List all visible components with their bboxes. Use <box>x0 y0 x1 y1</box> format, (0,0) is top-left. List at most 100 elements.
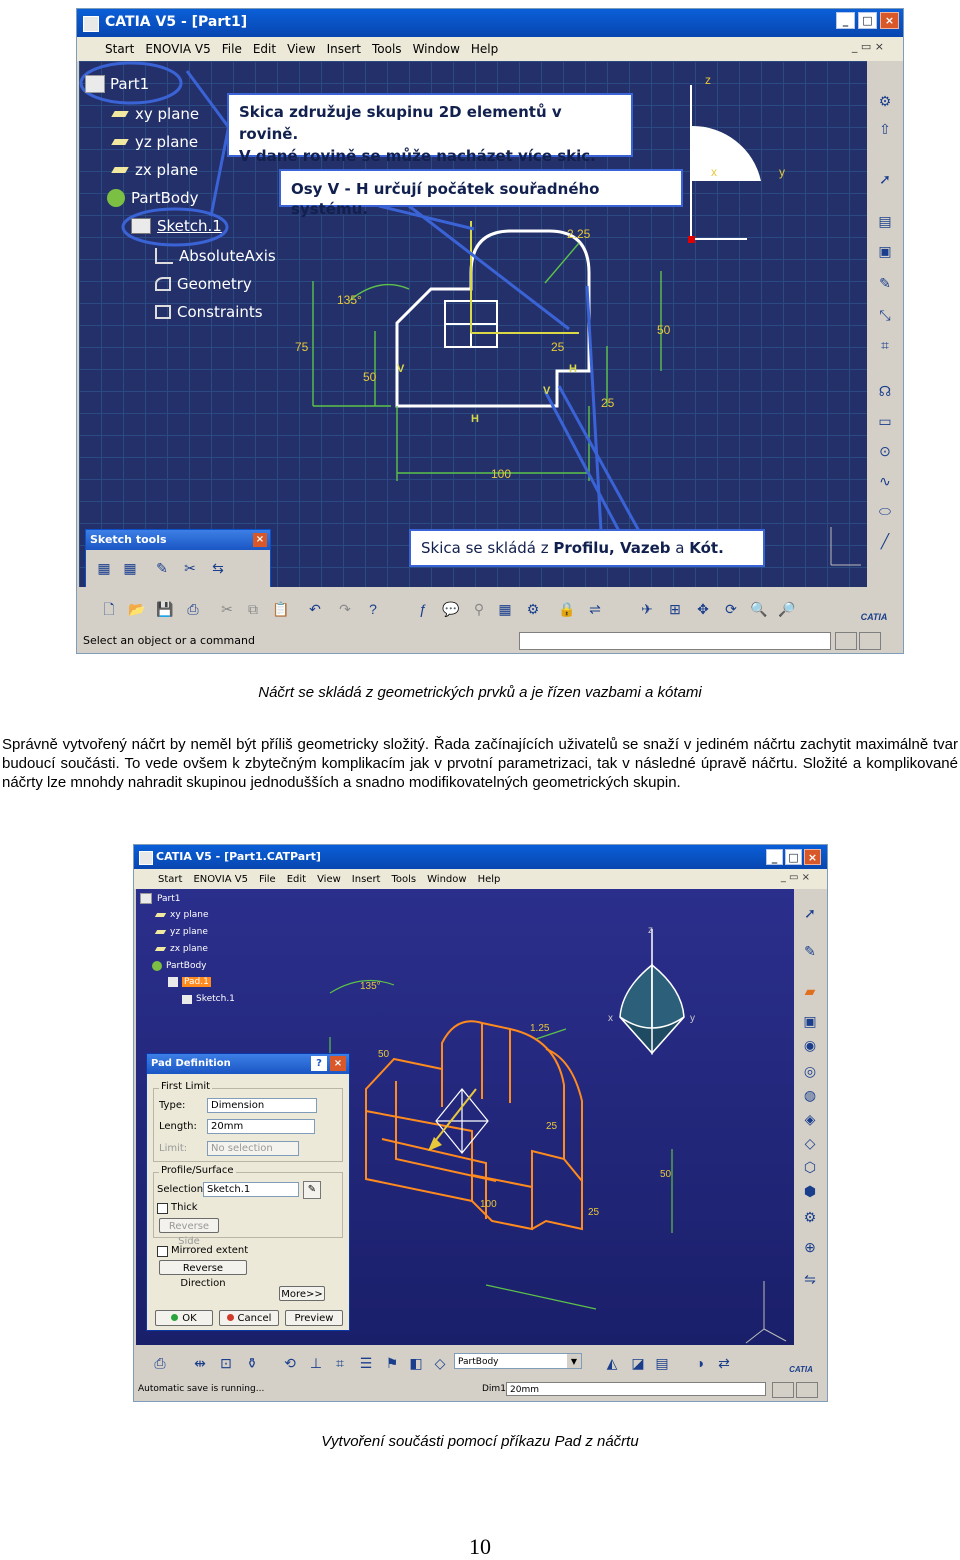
thick-checkbox[interactable] <box>157 1203 168 1214</box>
menu-tools[interactable]: Tools <box>372 42 402 56</box>
sketch-edit-icon[interactable]: ✎ <box>303 1181 321 1199</box>
partbody-combo[interactable]: PartBody ▼ <box>454 1353 582 1369</box>
minimize-button[interactable]: _ <box>766 849 783 865</box>
tree-root[interactable]: Part1 <box>85 75 149 93</box>
inertia-icon[interactable]: ⊡ <box>216 1353 236 1373</box>
menu-insert[interactable]: Insert <box>352 874 381 885</box>
profile-icon[interactable]: ▣ <box>875 241 895 261</box>
3d-viewer[interactable]: 135° 50 1.25 25 25 50 100 z x y Part1 xy… <box>136 889 794 1345</box>
table-icon[interactable]: ▦ <box>495 599 515 619</box>
lock-icon[interactable]: 🔒 <box>557 599 577 619</box>
grid-icon[interactable]: ▦ <box>94 558 114 578</box>
zoom-out-icon[interactable]: 🔎 <box>777 599 797 619</box>
tree-item-zx[interactable]: zx plane <box>154 944 208 954</box>
tree-item-partbody[interactable]: PartBody <box>107 189 198 207</box>
snap-icon[interactable]: ⌗ <box>330 1353 350 1373</box>
redo-icon[interactable]: ↷ <box>335 599 355 619</box>
fit-all-icon[interactable]: ⊞ <box>665 599 685 619</box>
layers-icon[interactable]: ☰ <box>356 1353 376 1373</box>
diamond-icon[interactable]: ◇ <box>430 1353 450 1373</box>
reverse-direction-button[interactable]: Reverse Direction <box>159 1260 247 1289</box>
select-icon[interactable]: ➚ <box>800 903 820 923</box>
apply-material-icon[interactable]: ⚑ <box>382 1353 402 1373</box>
open-icon[interactable]: 📂 <box>127 599 147 619</box>
construction-icon[interactable]: ✎ <box>152 558 172 578</box>
minimize-button[interactable]: _ <box>836 12 855 29</box>
tree-root[interactable]: Part1 <box>140 893 181 904</box>
menu-help[interactable]: Help <box>471 42 498 56</box>
preview-button[interactable]: Preview <box>285 1310 343 1326</box>
more-button[interactable]: More>> <box>279 1286 325 1301</box>
knowledge-icon[interactable]: 💬 <box>441 599 461 619</box>
menu-start[interactable]: Start <box>105 42 134 56</box>
sketcher-icon[interactable]: ✎ <box>800 941 820 961</box>
length-field[interactable]: 20mm <box>207 1119 315 1134</box>
cut-icon[interactable]: ✂ <box>217 599 237 619</box>
maximize-button[interactable]: □ <box>785 849 802 865</box>
select-icon[interactable]: ➚ <box>875 169 895 189</box>
update-icon[interactable]: ⟲ <box>280 1353 300 1373</box>
maximize-button[interactable]: □ <box>858 12 877 29</box>
menu-insert[interactable]: Insert <box>327 42 361 56</box>
command-button-2[interactable] <box>859 632 881 650</box>
tree-item-pad[interactable]: Pad.1 <box>168 977 211 987</box>
tools-icon[interactable]: ⚙ <box>523 599 543 619</box>
menu-edit[interactable]: Edit <box>287 874 306 885</box>
thickness-icon[interactable]: ⬢ <box>800 1181 820 1201</box>
limit-field[interactable]: No selection <box>207 1141 299 1156</box>
dimensional-constraints-icon[interactable]: ⇆ <box>208 558 228 578</box>
hide-icon[interactable]: ◧ <box>406 1353 426 1373</box>
circle-icon[interactable]: ⊙ <box>875 441 895 461</box>
menu-help[interactable]: Help <box>478 874 501 885</box>
tree-item-geometry[interactable]: Geometry <box>155 275 252 293</box>
copy-icon[interactable]: ⧉ <box>243 599 263 619</box>
rotate-icon[interactable]: ⟳ <box>721 599 741 619</box>
transform-icon[interactable]: ⇋ <box>800 1269 820 1289</box>
tree-item-xy[interactable]: xy plane <box>154 910 208 920</box>
menu-enovia[interactable]: ENOVIA V5 <box>193 874 248 885</box>
boolean-icon[interactable]: ⊕ <box>800 1237 820 1257</box>
menu-window[interactable]: Window <box>413 42 460 56</box>
pan-icon[interactable]: ✥ <box>693 599 713 619</box>
shell-icon[interactable]: ⬡ <box>800 1157 820 1177</box>
formula-icon[interactable]: ƒ <box>413 599 433 619</box>
thread-icon[interactable]: ⚙ <box>800 1207 820 1227</box>
close-icon[interactable]: × <box>253 533 267 547</box>
tree-item-partbody[interactable]: PartBody <box>152 961 207 971</box>
axis-icon[interactable]: ⊥ <box>306 1353 326 1373</box>
pocket-icon[interactable]: ▣ <box>800 1011 820 1031</box>
tree-item-zx[interactable]: zx plane <box>111 161 198 179</box>
spline-icon[interactable]: ∿ <box>875 471 895 491</box>
menu-edit[interactable]: Edit <box>253 42 276 56</box>
snap-grid-icon[interactable]: ▦ <box>120 558 140 578</box>
menu-view[interactable]: View <box>287 42 315 56</box>
tree-item-yz[interactable]: yz plane <box>154 927 208 937</box>
line-icon[interactable]: ╱ <box>875 531 895 551</box>
menu-file[interactable]: File <box>222 42 242 56</box>
close-button[interactable]: × <box>880 12 899 29</box>
menu-window[interactable]: Window <box>427 874 466 885</box>
chamfer-icon[interactable]: ◈ <box>800 1109 820 1129</box>
command-button-2[interactable] <box>796 1382 818 1398</box>
exit-sketcher-icon[interactable]: ⇧ <box>875 119 895 139</box>
pad-icon[interactable]: ▰ <box>800 981 820 1001</box>
compass-icon[interactable]: ⇌ <box>585 599 605 619</box>
ellipse-icon[interactable]: ⬭ <box>875 501 895 521</box>
constraint-icon[interactable]: ⤡ <box>875 305 895 325</box>
mirrored-checkbox[interactable] <box>157 1246 168 1257</box>
tree-item-sketch[interactable]: Sketch.1 <box>131 217 222 235</box>
geometric-constraints-icon[interactable]: ✂ <box>180 558 200 578</box>
tree-item-constraints[interactable]: Constraints <box>155 303 263 321</box>
shaft-icon[interactable]: ◉ <box>800 1035 820 1055</box>
menu-enovia[interactable]: ENOVIA V5 <box>145 42 210 56</box>
material-icon[interactable]: ▤ <box>652 1353 672 1373</box>
exit-workbench-icon[interactable]: ⚙ <box>875 91 895 111</box>
reverse-side-button[interactable]: Reverse Side <box>159 1218 219 1247</box>
close-icon[interactable]: × <box>330 1056 346 1071</box>
cancel-button[interactable]: Cancel <box>219 1310 279 1326</box>
command-button[interactable] <box>772 1382 794 1398</box>
draft-icon[interactable]: ◇ <box>800 1133 820 1153</box>
command-input[interactable] <box>519 632 831 650</box>
paste-icon[interactable]: 📋 <box>271 599 291 619</box>
cut-part-icon[interactable]: ▤ <box>875 211 895 231</box>
